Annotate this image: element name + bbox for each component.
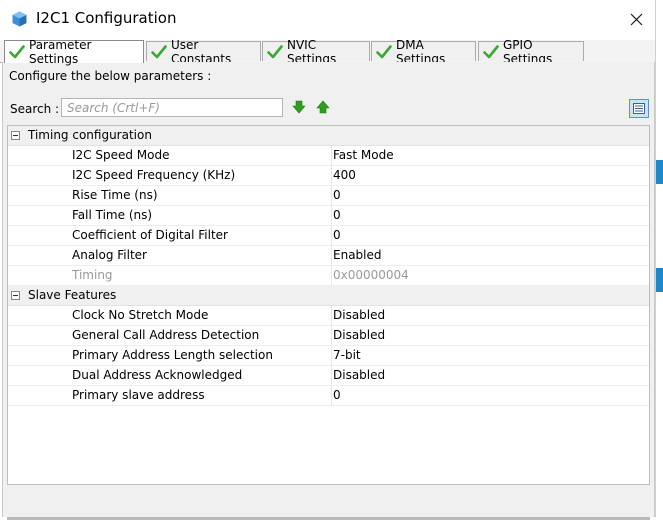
tab-parameter-settings[interactable]: Parameter Settings	[4, 38, 144, 66]
param-row-digital-filter-coefficient[interactable]: Coefficient of Digital Filter 0	[8, 226, 649, 246]
check-icon	[376, 44, 392, 58]
column-divider	[331, 226, 332, 246]
close-button[interactable]	[622, 6, 650, 32]
instructions-text: Configure the below parameters :	[9, 69, 212, 83]
param-name: Primary Address Length selection	[72, 348, 273, 362]
column-divider	[331, 166, 332, 186]
search-previous-arrow-up-icon[interactable]	[316, 100, 330, 114]
group-label: Slave Features	[28, 288, 117, 302]
check-icon	[483, 44, 499, 58]
column-divider	[331, 206, 332, 226]
param-name: General Call Address Detection	[72, 328, 260, 342]
close-icon	[630, 13, 642, 25]
param-value[interactable]: Fast Mode	[333, 148, 394, 162]
param-row-primary-slave-address[interactable]: Primary slave address 0	[8, 386, 649, 406]
group-label: Timing configuration	[28, 128, 152, 142]
param-value[interactable]: 7-bit	[333, 348, 361, 362]
column-divider	[331, 326, 332, 346]
param-value[interactable]: 0	[333, 388, 341, 402]
background-accent-mark	[656, 160, 663, 184]
param-name: Analog Filter	[72, 248, 147, 262]
group-timing-configuration: Timing configuration	[8, 126, 649, 146]
param-value[interactable]: 0	[333, 208, 341, 222]
param-name: Rise Time (ns)	[72, 188, 158, 202]
i2c1-configuration-dialog: I2C1 Configuration Parameter Settings Us…	[0, 0, 656, 520]
param-name: Timing	[72, 268, 113, 282]
background-window-edge	[656, 0, 663, 517]
check-icon	[151, 44, 167, 58]
column-divider	[331, 266, 332, 286]
param-name: I2C Speed Mode	[72, 148, 170, 162]
param-row-i2c-speed-frequency[interactable]: I2C Speed Frequency (KHz) 400	[8, 166, 649, 186]
tab-bar: Parameter Settings User Constants NVIC S…	[0, 38, 655, 66]
tab-dma-settings[interactable]: DMA Settings	[371, 38, 476, 66]
param-value[interactable]: 0	[333, 188, 341, 202]
tab-gpio-settings[interactable]: GPIO Settings	[478, 38, 584, 66]
check-icon	[9, 45, 25, 59]
list-view-toggle-button[interactable]	[629, 99, 649, 118]
column-divider	[331, 346, 332, 366]
collapse-icon[interactable]	[11, 291, 20, 300]
param-row-dual-address-acknowledged[interactable]: Dual Address Acknowledged Disabled	[8, 366, 649, 386]
param-value[interactable]: Disabled	[333, 328, 385, 342]
search-next-arrow-down-icon[interactable]	[292, 100, 306, 114]
param-value[interactable]: 0	[333, 228, 341, 242]
param-row-general-call-address-detection[interactable]: General Call Address Detection Disabled	[8, 326, 649, 346]
param-value[interactable]: Enabled	[333, 248, 382, 262]
param-value[interactable]: Disabled	[333, 368, 385, 382]
list-view-icon	[633, 103, 645, 114]
window-title: I2C1 Configuration	[36, 9, 177, 27]
background-accent-mark	[656, 268, 663, 292]
param-name: Clock No Stretch Mode	[72, 308, 209, 322]
column-divider	[331, 306, 332, 326]
param-name: I2C Speed Frequency (KHz)	[72, 168, 236, 182]
cube-app-icon	[12, 11, 27, 27]
search-label: Search :	[10, 102, 60, 116]
param-row-analog-filter[interactable]: Analog Filter Enabled	[8, 246, 649, 266]
param-row-primary-address-length[interactable]: Primary Address Length selection 7-bit	[8, 346, 649, 366]
param-name: Primary slave address	[72, 388, 205, 402]
param-name: Dual Address Acknowledged	[72, 368, 243, 382]
param-name: Fall Time (ns)	[72, 208, 153, 222]
param-row-rise-time[interactable]: Rise Time (ns) 0	[8, 186, 649, 206]
param-row-clock-no-stretch-mode[interactable]: Clock No Stretch Mode Disabled	[8, 306, 649, 326]
description-panel	[7, 486, 650, 520]
search-input[interactable]	[61, 98, 283, 117]
parameter-settings-panel: Configure the below parameters : Search …	[2, 62, 655, 520]
tab-user-constants[interactable]: User Constants	[146, 38, 261, 66]
tab-label: Parameter Settings	[29, 38, 92, 66]
param-name: Coefficient of Digital Filter	[72, 228, 228, 242]
column-divider	[331, 186, 332, 206]
parameter-grid: Timing configuration I2C Speed Mode Fast…	[7, 125, 650, 485]
column-divider	[331, 146, 332, 166]
param-row-i2c-speed-mode[interactable]: I2C Speed Mode Fast Mode	[8, 146, 649, 166]
tab-nvic-settings[interactable]: NVIC Settings	[262, 38, 370, 66]
column-divider	[331, 246, 332, 266]
param-value[interactable]: Disabled	[333, 308, 385, 322]
group-slave-features: Slave Features	[8, 286, 649, 306]
collapse-icon[interactable]	[11, 131, 20, 140]
column-divider	[331, 366, 332, 386]
column-divider	[331, 386, 332, 406]
param-row-fall-time[interactable]: Fall Time (ns) 0	[8, 206, 649, 226]
param-row-timing: Timing 0x00000004	[8, 266, 649, 286]
title-bar: I2C1 Configuration	[0, 0, 655, 38]
param-value[interactable]: 400	[333, 168, 356, 182]
param-value: 0x00000004	[333, 268, 409, 282]
check-icon	[267, 44, 283, 58]
